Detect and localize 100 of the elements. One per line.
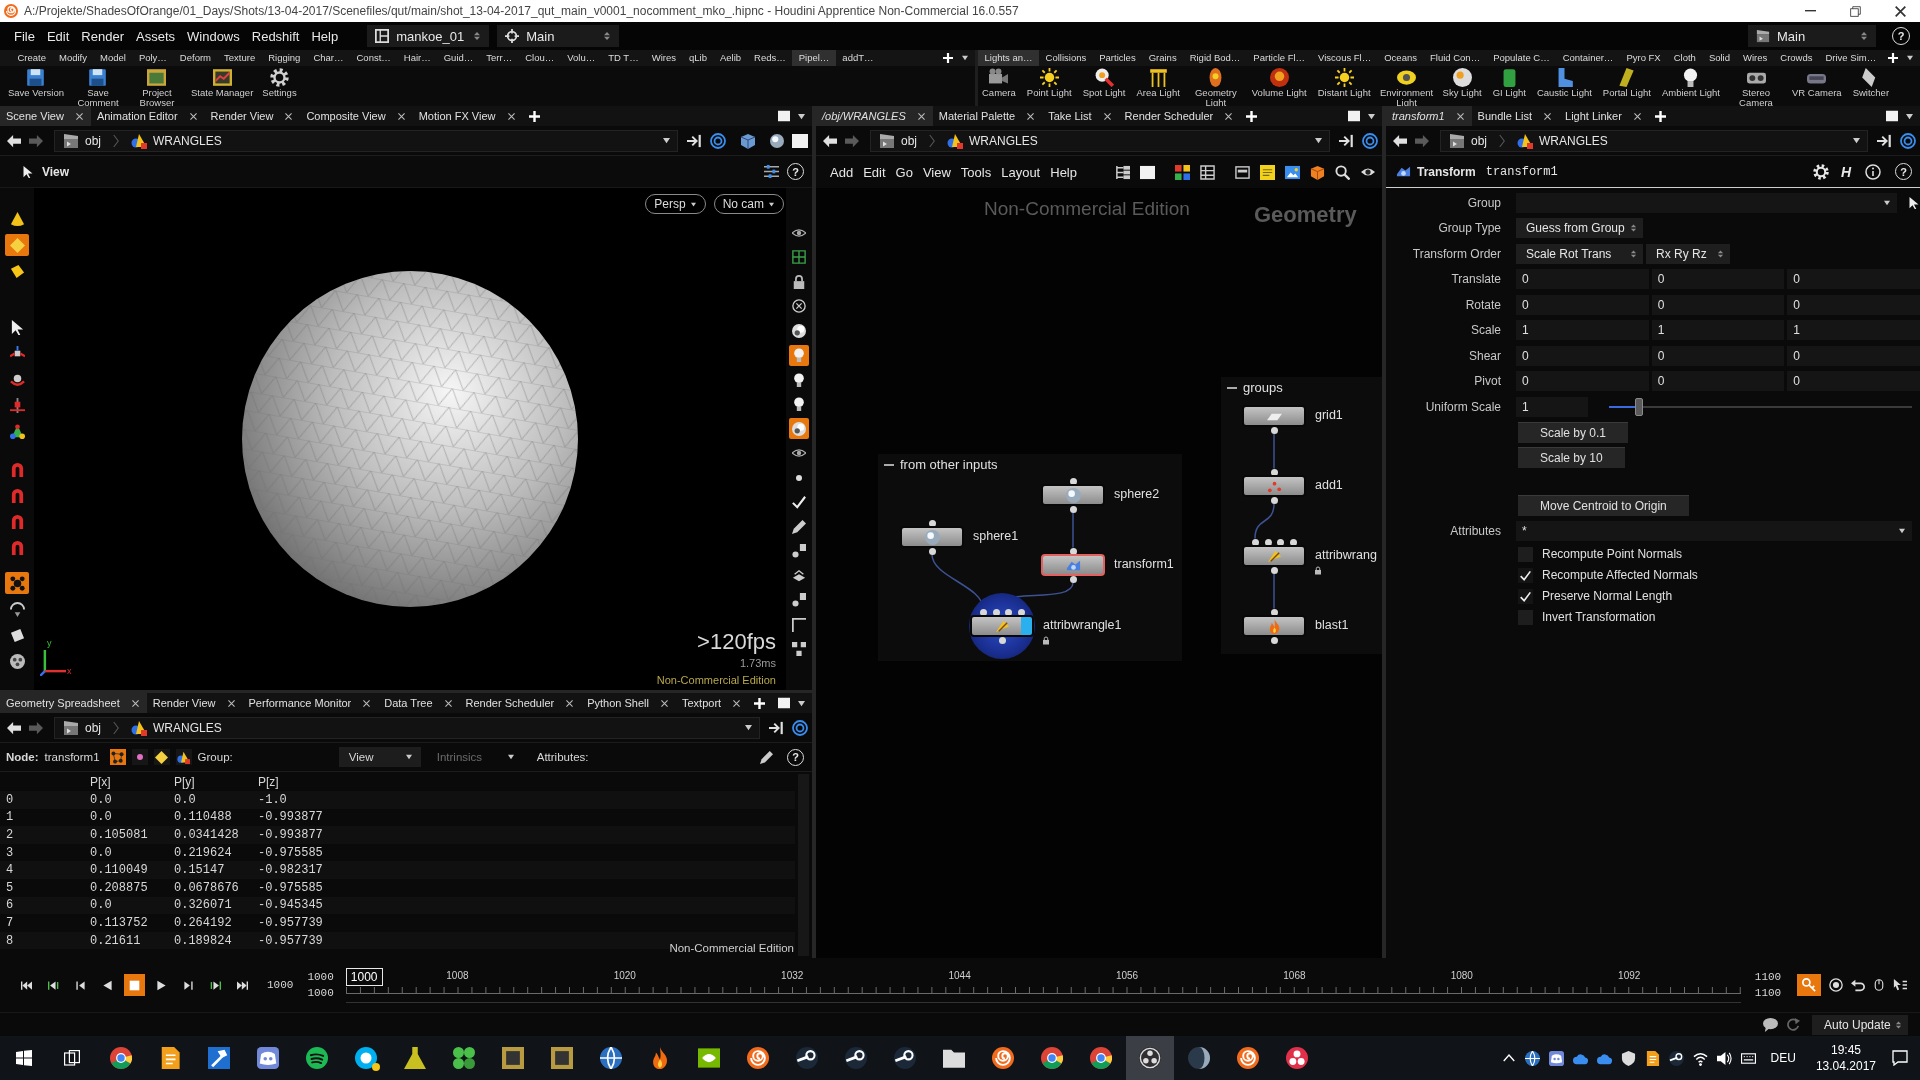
attribute-class-button[interactable]	[153, 749, 170, 765]
number-field[interactable]: 1	[1651, 320, 1785, 341]
shelf-tab[interactable]: Hair…	[397, 50, 438, 66]
square-icon[interactable]	[777, 697, 791, 709]
action-button[interactable]: Move Centroid to Origin	[1518, 494, 1689, 516]
view-menu[interactable]: View	[42, 164, 70, 179]
back-arrow-icon[interactable]	[822, 133, 838, 148]
record-ring-icon[interactable]	[1829, 978, 1844, 992]
shelf-tab[interactable]: Char…	[306, 50, 350, 66]
shelf-tab[interactable]: Const…	[350, 50, 398, 66]
close-icon[interactable]	[661, 699, 668, 707]
shelf-tab[interactable]: Pyro FX	[1619, 50, 1668, 66]
close-icon[interactable]	[1103, 112, 1111, 120]
path-segment[interactable]: obj	[85, 720, 101, 735]
pen-icon[interactable]	[760, 750, 773, 764]
node[interactable]	[1242, 615, 1306, 637]
input-language[interactable]: DEU	[1770, 1051, 1796, 1065]
plus-icon[interactable]	[528, 110, 540, 122]
shelf-tab[interactable]: Wires	[645, 50, 683, 66]
menu-item[interactable]: Render	[76, 28, 129, 44]
shelf-tool[interactable]: Point Light	[1026, 68, 1072, 98]
current-frame-marker[interactable]: 1000	[345, 967, 383, 986]
tool-button[interactable]	[789, 344, 809, 366]
chevron-up-icon[interactable]	[1502, 1052, 1515, 1064]
close-icon[interactable]	[1225, 112, 1233, 120]
node[interactable]	[1242, 475, 1306, 497]
node[interactable]	[1041, 484, 1105, 506]
pane-tab[interactable]: Render View	[204, 106, 301, 126]
shelf-tab[interactable]: Collisions	[1039, 50, 1093, 66]
pane-tab[interactable]: Python Shell	[581, 693, 676, 713]
close-icon[interactable]	[1633, 112, 1641, 120]
tool-button[interactable]	[5, 572, 29, 594]
number-field[interactable]: 0	[1787, 269, 1920, 290]
port-icon[interactable]	[998, 636, 1006, 644]
dropdown[interactable]: Rx Ry Rz	[1646, 243, 1730, 264]
close-icon[interactable]	[507, 112, 515, 120]
plus-icon[interactable]	[754, 697, 766, 709]
attribute-class-button[interactable]	[109, 749, 126, 765]
range-end-field[interactable]: 1100	[1754, 971, 1782, 983]
target-icon[interactable]	[1362, 132, 1378, 149]
ring-rod-icon[interactable]	[1668, 1050, 1684, 1066]
port-icon[interactable]	[1270, 496, 1278, 504]
shelf-tab[interactable]: Drive Sim…	[1819, 50, 1883, 66]
path-bar[interactable]: obj WRANGLES	[54, 129, 678, 152]
port-icon[interactable]	[1069, 505, 1077, 513]
back-arrow-icon[interactable]	[1392, 133, 1408, 148]
shelf-tab[interactable]: Lights an…	[978, 50, 1040, 66]
attribute-class-button[interactable]	[131, 749, 148, 765]
pane-tab[interactable]: Render View	[146, 693, 243, 713]
pin-arrow-icon[interactable]	[686, 133, 702, 148]
port-icon[interactable]	[1069, 575, 1077, 583]
picture-icon[interactable]	[1285, 164, 1300, 180]
target-icon[interactable]	[792, 719, 808, 736]
number-field[interactable]: 0	[1787, 371, 1920, 392]
refresh-icon[interactable]	[1786, 1017, 1800, 1032]
close-icon[interactable]	[131, 699, 139, 707]
shelf-tool[interactable]: Camera	[982, 68, 1016, 98]
pointer-icon[interactable]	[22, 165, 34, 178]
checkbox[interactable]	[1518, 567, 1533, 583]
caret-icon[interactable]	[1906, 55, 1914, 61]
speech-box-icon[interactable]	[1892, 1050, 1908, 1066]
port-icon[interactable]	[1069, 477, 1077, 485]
shelf-tab[interactable]: Populate C…	[1486, 50, 1557, 66]
port-icon[interactable]	[1270, 566, 1278, 574]
shelf-tab[interactable]: Viscous Fl…	[1311, 50, 1378, 66]
pane-tab[interactable]: transform1	[1386, 106, 1472, 126]
shelf-tab[interactable]: Container…	[1556, 50, 1620, 66]
close-icon[interactable]	[285, 112, 293, 120]
pane-tab[interactable]: Light Linker	[1559, 106, 1649, 126]
text-field[interactable]: *	[1516, 520, 1912, 541]
gear-icon[interactable]	[1812, 163, 1829, 180]
close-icon[interactable]	[444, 699, 452, 707]
number-field[interactable]: 0	[1651, 269, 1785, 290]
path-bar[interactable]: obj WRANGLES	[1440, 129, 1868, 152]
chat-cloud-icon[interactable]	[1763, 1017, 1778, 1032]
plus-icon[interactable]	[1246, 110, 1258, 122]
close-icon[interactable]	[1456, 112, 1464, 120]
number-field[interactable]: 0	[1516, 345, 1649, 366]
pane-tab[interactable]: Performance Monitor	[242, 693, 379, 713]
info-icon[interactable]	[1865, 163, 1881, 180]
shelf-tool[interactable]: VR Camera	[1792, 68, 1842, 98]
shelf-tab[interactable]: Create	[11, 50, 53, 66]
pane-tab[interactable]: Data Tree	[378, 693, 460, 713]
port-icon[interactable]	[928, 519, 936, 527]
shelf-tab[interactable]: Modify	[52, 50, 94, 66]
path-segment[interactable]: WRANGLES	[153, 133, 222, 148]
square-icon[interactable]	[1347, 110, 1361, 122]
shelf-tab[interactable]: Texture	[217, 50, 262, 66]
clock-time[interactable]: 19:45	[1830, 1042, 1861, 1058]
pane-tab[interactable]: Composite View	[300, 106, 413, 126]
shelf-tab[interactable]: Crowds	[1773, 50, 1819, 66]
path-segment[interactable]: obj	[901, 133, 917, 148]
port-icon[interactable]	[1270, 608, 1278, 616]
close-icon[interactable]	[1544, 112, 1551, 120]
key-icon[interactable]	[1802, 978, 1817, 992]
shelf-tab[interactable]: Poly…	[132, 50, 174, 66]
shelf-tab[interactable]: Rigid Bod…	[1183, 50, 1247, 66]
slider-thumb[interactable]	[1635, 397, 1644, 416]
menu-item[interactable]: Layout	[1001, 164, 1041, 180]
gamepad-icon[interactable]	[1548, 1050, 1564, 1066]
